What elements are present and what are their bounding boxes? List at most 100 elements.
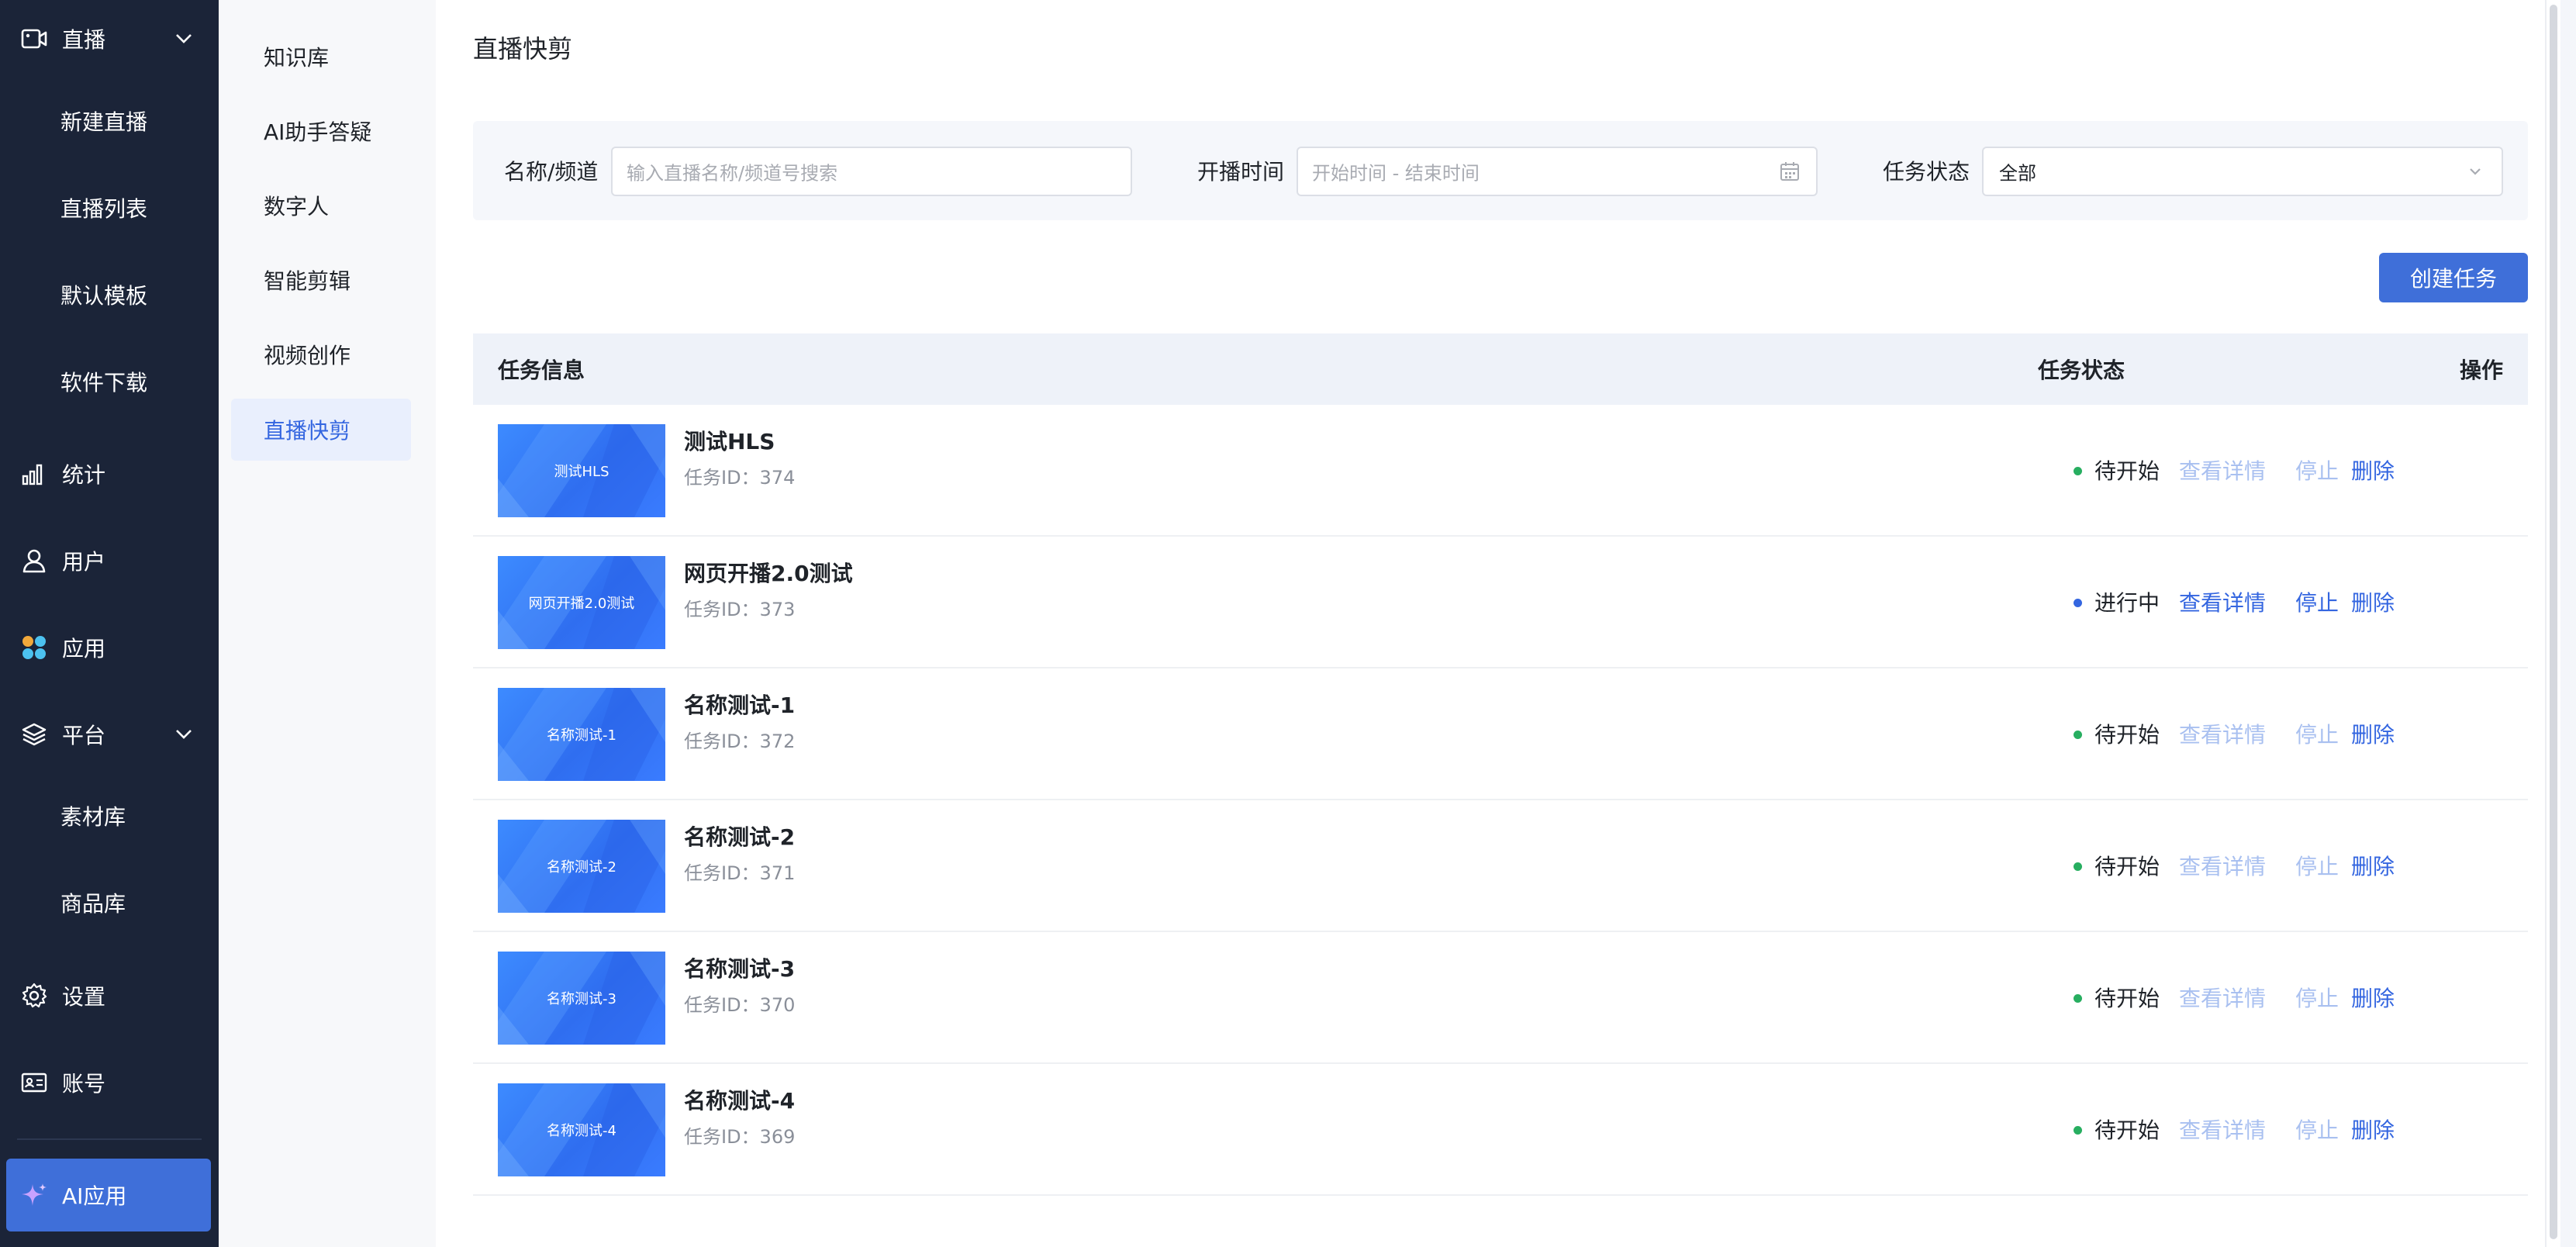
delete-link[interactable]: 删除: [2351, 1114, 2395, 1145]
status-badge: 待开始: [2074, 1114, 2160, 1145]
status-badge: 待开始: [2074, 850, 2160, 881]
submenu-smart-edit[interactable]: 智能剪辑: [231, 249, 411, 311]
task-id: 任务ID：370: [684, 994, 796, 1016]
layers-icon: [20, 720, 48, 748]
task-id: 任务ID：373: [684, 599, 796, 620]
name-search-input[interactable]: 输入直播名称/频道号搜索: [611, 147, 1132, 196]
stop-link[interactable]: 停止: [2295, 586, 2339, 617]
nav-settings[interactable]: 设置: [0, 957, 219, 1035]
nav-ai-app[interactable]: AI应用: [6, 1159, 211, 1231]
stop-link[interactable]: 停止: [2295, 718, 2339, 749]
task-name: 名称测试-1: [684, 693, 796, 718]
nav-apps-label: 应用: [62, 636, 106, 661]
delete-link[interactable]: 删除: [2351, 454, 2395, 485]
task-name: 网页开播2.0测试: [684, 561, 853, 586]
user-icon: [20, 547, 48, 575]
nav-default-template-label: 默认模板: [60, 283, 148, 309]
nav-material-library-label: 素材库: [60, 804, 126, 830]
table-row: 名称测试-2 名称测试-2 任务ID：371 待开始 查看详情 停止 删除: [473, 800, 2528, 932]
gear-icon: [20, 982, 48, 1010]
delete-link[interactable]: 删除: [2351, 586, 2395, 617]
nav-product-library-label: 商品库: [60, 891, 126, 917]
nav-software-download-label: 软件下载: [60, 370, 148, 396]
status-select[interactable]: 全部: [1982, 147, 2503, 196]
stop-link[interactable]: 停止: [2295, 454, 2339, 485]
status-text: 进行中: [2094, 590, 2160, 616]
task-thumbnail[interactable]: 名称测试-2: [498, 820, 665, 913]
nav-apps[interactable]: 应用: [0, 609, 219, 686]
nav-live-list-label: 直播列表: [60, 196, 148, 222]
main-sidebar: 直播 新建直播 直播列表 默认模板 软件下载 统计 用户 应用 平台 素材库 商…: [0, 0, 219, 1247]
stop-link[interactable]: 停止: [2295, 850, 2339, 881]
submenu-live-clip[interactable]: 直播快剪: [231, 399, 411, 461]
delete-link[interactable]: 删除: [2351, 982, 2395, 1013]
scrollbar[interactable]: [2545, 0, 2560, 1247]
nav-platform[interactable]: 平台: [0, 696, 219, 773]
delete-link[interactable]: 删除: [2351, 850, 2395, 881]
view-details-link[interactable]: 查看详情: [2179, 586, 2266, 617]
sidebar-divider: [17, 1138, 202, 1140]
status-dot: [2074, 1125, 2082, 1135]
thumbnail-label: 名称测试-2: [547, 859, 616, 876]
nav-new-live-label: 新建直播: [60, 109, 148, 135]
status-text: 待开始: [2094, 458, 2160, 484]
status-dot: [2074, 730, 2082, 739]
status-dot: [2074, 862, 2082, 871]
view-details-link[interactable]: 查看详情: [2179, 850, 2266, 881]
nav-material-library[interactable]: 素材库: [0, 777, 219, 855]
thumbnail-label: 名称测试-3: [547, 991, 616, 1007]
task-thumbnail[interactable]: 名称测试-1: [498, 688, 665, 781]
status-text: 待开始: [2094, 1117, 2160, 1143]
status-text: 待开始: [2094, 722, 2160, 748]
task-thumbnail[interactable]: 测试HLS: [498, 424, 665, 517]
submenu-smart-edit-label: 智能剪辑: [264, 268, 351, 294]
task-thumbnail[interactable]: 名称测试-4: [498, 1083, 665, 1176]
submenu-knowledge-base-label: 知识库: [264, 45, 330, 71]
submenu-ai-assistant[interactable]: AI助手答疑: [231, 100, 411, 162]
video-camera-icon: [20, 25, 48, 53]
status-badge: 待开始: [2074, 454, 2160, 485]
nav-default-template[interactable]: 默认模板: [0, 256, 219, 333]
submenu-knowledge-base[interactable]: 知识库: [231, 26, 411, 88]
name-filter-label: 名称/频道: [504, 159, 599, 185]
nav-users[interactable]: 用户: [0, 522, 219, 599]
submenu-live-clip-label: 直播快剪: [264, 418, 351, 444]
view-details-link[interactable]: 查看详情: [2179, 454, 2266, 485]
nav-new-live[interactable]: 新建直播: [0, 82, 219, 160]
create-task-button[interactable]: 创建任务: [2379, 253, 2528, 302]
thumbnail-label: 测试HLS: [554, 464, 609, 480]
stop-link[interactable]: 停止: [2295, 1114, 2339, 1145]
chevron-down-icon: [2464, 161, 2486, 182]
submenu-digital-human[interactable]: 数字人: [231, 174, 411, 237]
nav-platform-label: 平台: [62, 723, 106, 748]
view-details-link[interactable]: 查看详情: [2179, 1114, 2266, 1145]
nav-product-library[interactable]: 商品库: [0, 864, 219, 941]
stop-link[interactable]: 停止: [2295, 982, 2339, 1013]
task-id: 任务ID：374: [684, 467, 796, 489]
header-task-info: 任务信息: [498, 358, 585, 383]
name-search-placeholder: 输入直播名称/频道号搜索: [627, 162, 838, 185]
scrollbar-thumb[interactable]: [2550, 5, 2557, 1239]
main-content: 直播快剪 名称/频道 输入直播名称/频道号搜索 开播时间 开始时间 - 结束时间…: [436, 0, 2560, 1247]
status-dot: [2074, 466, 2082, 475]
submenu-video-creation[interactable]: 视频创作: [231, 323, 411, 385]
delete-link[interactable]: 删除: [2351, 718, 2395, 749]
page-title: 直播快剪: [473, 34, 573, 64]
time-filter-label: 开播时间: [1197, 159, 1285, 185]
chevron-down-icon: [174, 29, 194, 49]
table-row: 名称测试-3 名称测试-3 任务ID：370 待开始 查看详情 停止 删除: [473, 932, 2528, 1064]
view-details-link[interactable]: 查看详情: [2179, 982, 2266, 1013]
nav-stats[interactable]: 统计: [0, 435, 219, 513]
nav-live[interactable]: 直播: [0, 0, 219, 78]
nav-software-download[interactable]: 软件下载: [0, 343, 219, 420]
nav-live-list[interactable]: 直播列表: [0, 169, 219, 247]
bar-chart-icon: [20, 460, 48, 488]
task-thumbnail[interactable]: 名称测试-3: [498, 952, 665, 1045]
time-range-placeholder: 开始时间 - 结束时间: [1312, 162, 1480, 185]
view-details-link[interactable]: 查看详情: [2179, 718, 2266, 749]
task-thumbnail[interactable]: 网页开播2.0测试: [498, 556, 665, 649]
nav-account[interactable]: 账号: [0, 1044, 219, 1121]
ai-submenu: 知识库 AI助手答疑 数字人 智能剪辑 视频创作 直播快剪: [219, 0, 436, 1247]
time-range-input[interactable]: 开始时间 - 结束时间: [1297, 147, 1818, 196]
table-row: 名称测试-4 名称测试-4 任务ID：369 待开始 查看详情 停止 删除: [473, 1064, 2528, 1196]
